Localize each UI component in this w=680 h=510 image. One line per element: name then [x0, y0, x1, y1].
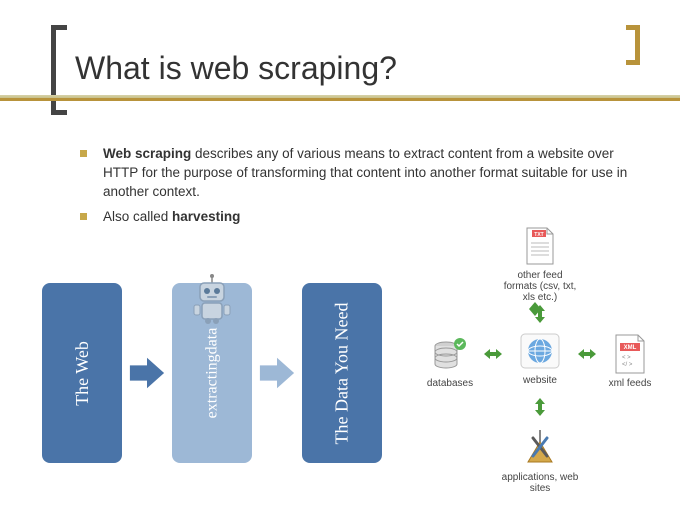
tools-icon — [493, 427, 587, 469]
arrow-right-icon — [128, 353, 166, 393]
flow-label: extractingdata — [203, 328, 221, 419]
bold-term: harvesting — [172, 209, 240, 224]
bidirectional-arrow-horizontal-icon — [573, 343, 601, 365]
bullet-text: Also called harvesting — [103, 208, 640, 227]
svg-text:</ >: </ > — [622, 362, 633, 368]
database-icon — [410, 333, 490, 375]
node-databases: databases — [410, 333, 490, 389]
node-website: website — [500, 330, 580, 386]
bullet-item: Web scraping describes any of various me… — [80, 145, 640, 202]
flow-diagram: The Web extractingdata The Data You — [42, 278, 382, 468]
globe-icon — [500, 330, 580, 372]
bidirectional-arrow-vertical-icon — [529, 300, 551, 328]
node-label: databases — [410, 378, 490, 389]
arrow-right-icon — [258, 353, 296, 393]
flow-box-web: The Web — [42, 283, 122, 463]
flow-label: The Data You Need — [332, 302, 353, 444]
svg-text:TXT: TXT — [534, 232, 543, 238]
robot-icon — [190, 273, 234, 325]
svg-text:XML: XML — [624, 345, 637, 351]
svg-text:< >: < > — [622, 355, 631, 361]
bullet-square-icon — [80, 213, 87, 220]
node-feed-formats: TXT other feed formats (csv, txt, xls et… — [500, 225, 580, 303]
node-label: applications, web sites — [493, 472, 587, 494]
node-xml-feeds: XML < > </ > xml feeds — [590, 333, 670, 389]
bracket-left-decoration — [51, 25, 67, 115]
flow-label: The Web — [71, 341, 92, 406]
sources-diagram: TXT other feed formats (csv, txt, xls et… — [415, 225, 665, 485]
bullet-item: Also called harvesting — [80, 208, 640, 227]
divider-stripe — [0, 95, 680, 101]
node-label: website — [500, 375, 580, 386]
xml-document-icon: XML < > </ > — [590, 333, 670, 375]
document-icon: TXT — [500, 225, 580, 267]
title-area: What is web scraping? — [55, 30, 650, 87]
node-label: other feed formats (csv, txt, xls etc.) — [500, 270, 580, 303]
bullet-list: Web scraping describes any of various me… — [80, 145, 640, 233]
slide-title: What is web scraping? — [75, 50, 650, 87]
flow-box-data: The Data You Need — [302, 283, 382, 463]
bold-term: Web scraping — [103, 146, 191, 161]
bullet-lead: Also called — [103, 209, 172, 224]
bracket-right-decoration — [626, 25, 640, 65]
flow-box-extracting: extractingdata — [172, 283, 252, 463]
bullet-square-icon — [80, 150, 87, 157]
node-label: xml feeds — [590, 378, 670, 389]
bidirectional-arrow-vertical-icon — [529, 393, 551, 421]
bullet-text: Web scraping describes any of various me… — [103, 145, 640, 202]
node-applications: applications, web sites — [493, 427, 587, 494]
bidirectional-arrow-horizontal-icon — [479, 343, 507, 365]
